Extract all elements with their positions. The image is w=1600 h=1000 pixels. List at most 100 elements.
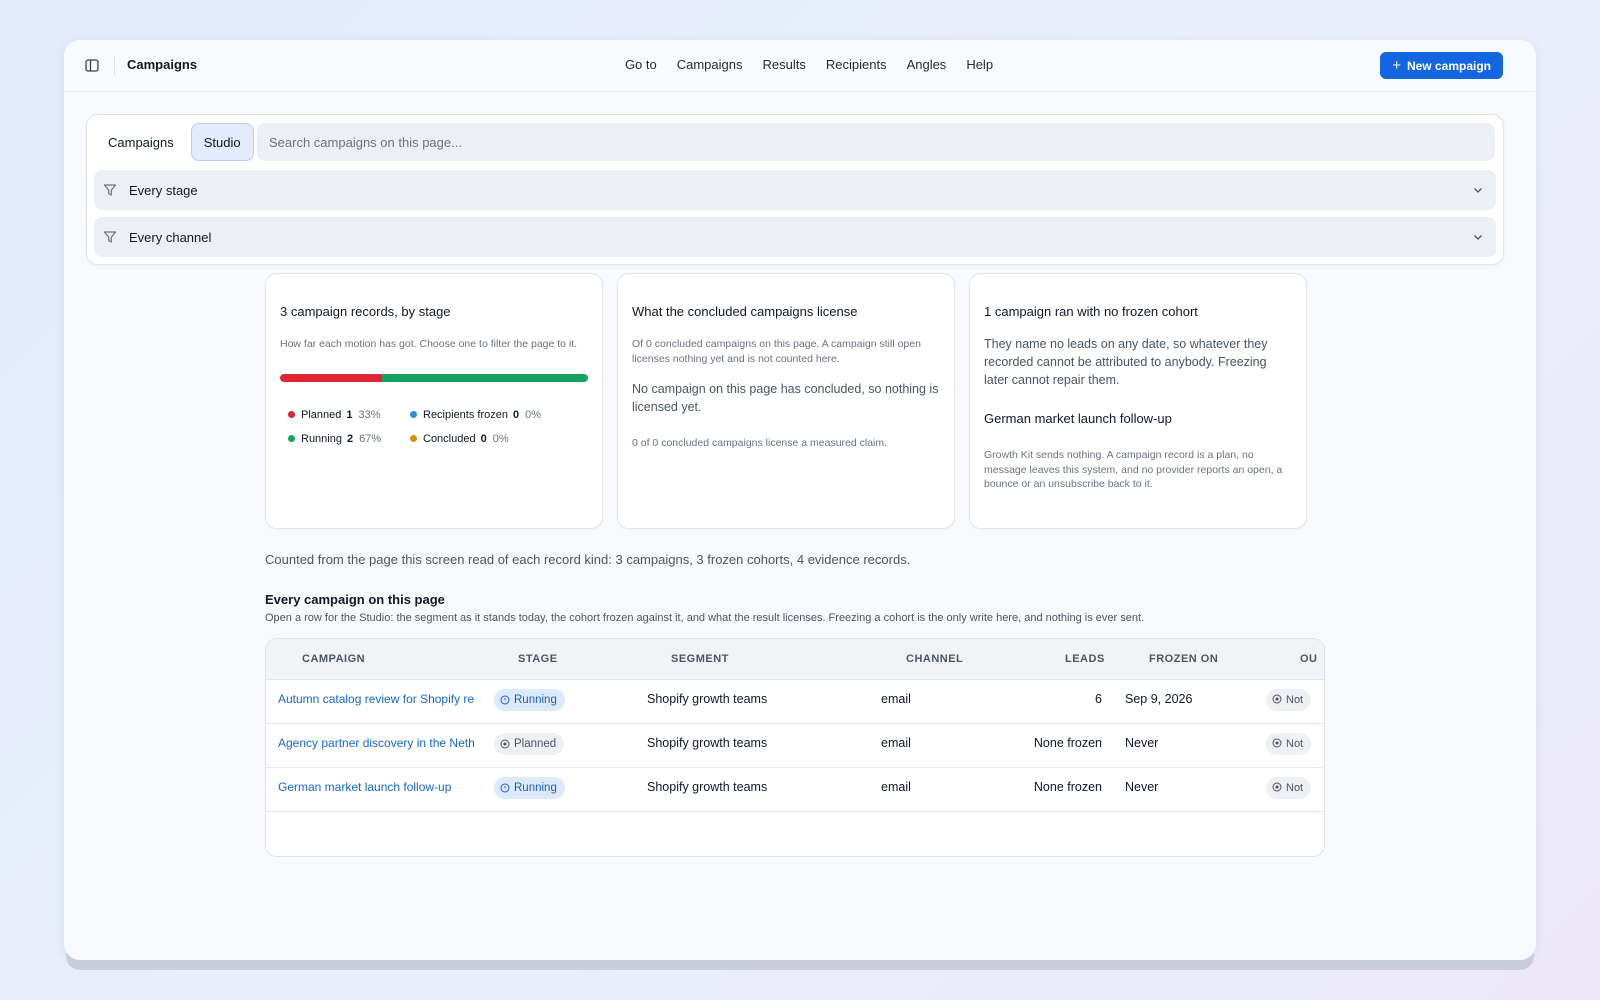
segment-cell: Shopify growth teams	[647, 780, 768, 794]
stage-card-subtitle: How far each motion has got. Choose one …	[280, 338, 578, 350]
leads-cell: None frozen	[1033, 736, 1102, 750]
legend-planned[interactable]: Planned 1 33%	[288, 409, 410, 421]
stage-progress-bar	[280, 373, 588, 382]
stage-card: 3 campaign records, by stage How far eac…	[265, 273, 603, 529]
legend-pct: 33%	[358, 408, 381, 421]
legend-pct: 0%	[525, 408, 542, 421]
nav-recipients[interactable]: Recipients	[826, 57, 887, 72]
tab-studio[interactable]: Studio	[190, 123, 254, 161]
stage-badge-label: Running	[514, 694, 557, 706]
recipients-frozen-dot	[410, 411, 417, 418]
cohort-card-footer: Growth Kit sends nothing. A campaign rec…	[984, 449, 1283, 490]
campaign-link[interactable]: Autumn catalog review for Shopify re	[278, 692, 488, 706]
license-card-title: What the concluded campaigns license	[632, 304, 858, 319]
campaign-list-subtitle: Open a row for the Studio: the segment a…	[265, 612, 1145, 624]
filter-panel: Campaigns Studio Every stage Every chann…	[86, 114, 1504, 265]
table-row[interactable]: Autumn catalog review for Shopify re Run…	[266, 680, 1324, 724]
campaign-link[interactable]: German market launch follow-up	[278, 780, 488, 794]
table-row[interactable]: Agency partner discovery in the Neth Pla…	[266, 724, 1324, 768]
new-campaign-label: New campaign	[1406, 58, 1491, 73]
top-nav: Go to Campaigns Results Recipients Angle…	[64, 57, 1536, 72]
legend-pct: 67%	[359, 432, 382, 445]
segment-cell: Shopify growth teams	[647, 736, 768, 750]
legend-count: 1	[346, 408, 353, 421]
campaign-table: Campaign Stage Segment Channel Leads Fro…	[265, 638, 1325, 857]
stage-badge: Running	[494, 777, 565, 799]
legend-count: 0	[513, 408, 520, 421]
stage-select-value: Every stage	[129, 182, 198, 198]
nav-help[interactable]: Help	[966, 57, 993, 72]
new-campaign-button[interactable]: + New campaign	[1380, 52, 1503, 79]
tab-campaigns[interactable]: Campaigns	[95, 123, 187, 161]
campaign-link[interactable]: Agency partner discovery in the Neth	[278, 736, 488, 750]
col-outcome[interactable]: Ou	[1300, 653, 1318, 665]
app-window: Campaigns Go to Campaigns Results Recipi…	[64, 40, 1536, 960]
leads-cell: 6	[1095, 692, 1102, 706]
legend-label: Concluded	[423, 432, 476, 445]
col-stage[interactable]: Stage	[518, 653, 558, 665]
channel-select-value: Every channel	[129, 229, 212, 245]
clock-icon	[500, 695, 510, 705]
running-dot	[288, 435, 295, 442]
nav-go-to[interactable]: Go to	[625, 57, 657, 72]
stage-badge: Planned	[494, 733, 565, 755]
channel-select[interactable]: Every channel	[94, 217, 1496, 257]
plus-icon: +	[1392, 57, 1401, 74]
license-card-subtitle: Of 0 concluded campaigns on this page. A…	[632, 338, 921, 365]
frozen-on-cell: Sep 9, 2026	[1125, 692, 1193, 706]
stage-legend: Planned 1 33% Recipients frozen 0 0% Run…	[280, 409, 588, 445]
col-frozen-on[interactable]: Frozen on	[1149, 653, 1218, 665]
legend-pct: 0%	[492, 432, 509, 445]
table-header: Campaign Stage Segment Channel Leads Fro…	[266, 639, 1324, 680]
cohort-card-body: They name no leads on any date, so whate…	[984, 337, 1268, 387]
legend-concluded[interactable]: Concluded 0 0%	[410, 433, 570, 445]
counted-note: Counted from the page this screen read o…	[265, 552, 911, 567]
legend-running[interactable]: Running 2 67%	[288, 433, 410, 445]
outcome-label: Not	[1286, 782, 1304, 794]
license-card: What the concluded campaigns license Of …	[617, 273, 955, 529]
filter-funnel-icon	[103, 230, 118, 245]
frozen-on-cell: Never	[1125, 736, 1159, 750]
circle-dot-icon	[500, 739, 510, 749]
chevron-down-icon	[1472, 231, 1484, 243]
outcome-badge: Not	[1266, 689, 1312, 711]
segment-cell: Shopify growth teams	[647, 692, 768, 706]
nav-angles[interactable]: Angles	[907, 57, 947, 72]
chevron-down-icon	[1472, 184, 1484, 196]
cohort-card: 1 campaign ran with no frozen cohort The…	[969, 273, 1307, 529]
legend-label: Recipients frozen	[423, 408, 508, 421]
stage-badge-label: Planned	[514, 738, 557, 750]
channel-cell: email	[881, 692, 911, 706]
channel-cell: email	[881, 780, 911, 794]
col-channel[interactable]: Channel	[906, 653, 963, 665]
legend-label: Running	[301, 432, 342, 445]
stage-badge-label: Running	[514, 782, 557, 794]
legend-count: 0	[480, 432, 487, 445]
leads-cell: None frozen	[1033, 780, 1102, 794]
planned-dot	[288, 411, 295, 418]
col-segment[interactable]: Segment	[671, 653, 729, 665]
cohort-card-title: 1 campaign ran with no frozen cohort	[984, 304, 1198, 319]
clock-icon	[500, 783, 510, 793]
stage-bar-running[interactable]	[381, 373, 588, 382]
circle-dot-icon	[1272, 738, 1282, 751]
stage-bar-planned[interactable]	[280, 373, 382, 382]
outcome-label: Not	[1286, 694, 1304, 706]
table-row[interactable]: German market launch follow-up Running S…	[266, 768, 1324, 812]
col-campaign[interactable]: Campaign	[302, 653, 365, 665]
filter-funnel-icon	[103, 183, 118, 198]
view-tabs: Campaigns Studio	[95, 123, 254, 161]
legend-recipients-frozen[interactable]: Recipients frozen 0 0%	[410, 409, 570, 421]
nav-results[interactable]: Results	[763, 57, 806, 72]
stage-select[interactable]: Every stage	[94, 170, 1496, 210]
legend-count: 2	[346, 432, 354, 445]
nav-campaigns[interactable]: Campaigns	[677, 57, 743, 72]
frozen-on-cell: Never	[1125, 780, 1159, 794]
col-leads[interactable]: Leads	[1065, 653, 1105, 665]
summary-cards: 3 campaign records, by stage How far eac…	[265, 273, 1307, 529]
outcome-label: Not	[1286, 738, 1304, 750]
circle-dot-icon	[1272, 694, 1282, 707]
search-input[interactable]	[257, 123, 1495, 161]
outcome-badge: Not	[1266, 733, 1312, 755]
stage-card-title: 3 campaign records, by stage	[280, 304, 451, 319]
